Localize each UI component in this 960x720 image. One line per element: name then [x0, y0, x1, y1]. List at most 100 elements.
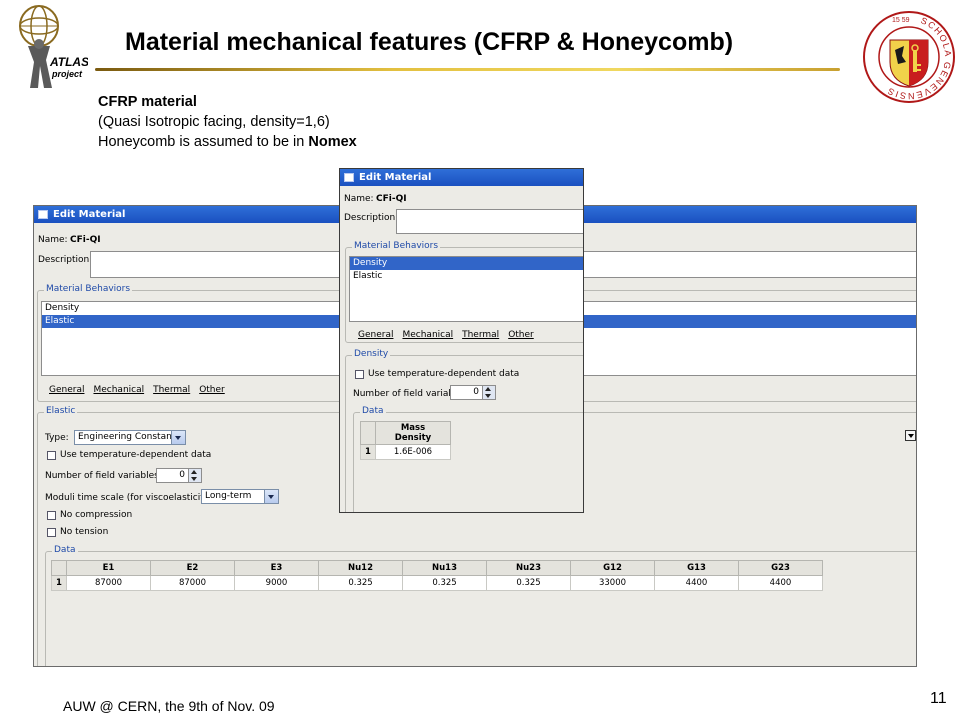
menu-other[interactable]: Other: [199, 385, 225, 395]
behavior-item-density[interactable]: Density: [350, 257, 583, 270]
behaviors-list[interactable]: Density Elastic: [349, 256, 583, 322]
elastic-data-table[interactable]: E1 E2 E3 Nu12 Nu13 Nu23 G12 G13 G23 1 87: [51, 560, 823, 591]
university-seal-logo: SCHOLA GENEVENSIS 15 59: [862, 10, 956, 104]
slide-title: Material mechanical features (CFRP & Hon…: [125, 28, 734, 56]
footer-text: AUW @ CERN, the 9th of Nov. 09: [63, 698, 275, 714]
chevron-down-icon[interactable]: [171, 431, 185, 444]
cell-e1[interactable]: 87000: [66, 575, 151, 591]
no-tension-checkbox[interactable]: [47, 528, 56, 537]
window-title: Edit Material: [53, 209, 126, 220]
material-name-nomex: Nomex: [308, 134, 357, 150]
elastic-data-group: Data E1 E2 E3 Nu12 Nu13 Nu23 G12 G13 G23: [45, 545, 916, 666]
intro-line-facing: (Quasi Isotropic facing, density=1,6): [98, 114, 330, 130]
field-variables-spinner[interactable]: 0: [450, 385, 496, 400]
col-header-nu13[interactable]: Nu13: [402, 560, 487, 576]
temp-dependent-label: Use temperature-dependent data: [60, 450, 212, 460]
description-label: Description:: [344, 213, 399, 223]
col-header-nu12[interactable]: Nu12: [318, 560, 403, 576]
cell-nu12[interactable]: 0.325: [318, 575, 403, 591]
title-underline: [95, 68, 840, 71]
window-title: Edit Material: [359, 172, 432, 183]
material-behaviors-group: Material Behaviors Density Elastic Gener…: [345, 241, 583, 343]
cell-e2[interactable]: 87000: [150, 575, 235, 591]
col-header-g13[interactable]: G13: [654, 560, 739, 576]
row-index: 1: [360, 444, 376, 460]
window-icon: [38, 210, 48, 219]
cell-nu13[interactable]: 0.325: [402, 575, 487, 591]
cell-nu23[interactable]: 0.325: [486, 575, 571, 591]
edit-material-window-density: Edit Material Name: CFi-QI Description: …: [339, 168, 584, 513]
col-header-e2[interactable]: E2: [150, 560, 235, 576]
chevron-down-icon[interactable]: [264, 490, 278, 503]
seal-year: 15 59: [892, 17, 910, 24]
no-compression-checkbox[interactable]: [47, 511, 56, 520]
elastic-data-title: Data: [52, 545, 78, 555]
field-variables-label: Number of field variables:: [45, 471, 162, 481]
menu-thermal[interactable]: Thermal: [462, 330, 499, 340]
cell-g12[interactable]: 33000: [570, 575, 655, 591]
table-header-row: E1 E2 E3 Nu12 Nu13 Nu23 G12 G13 G23: [51, 560, 823, 576]
density-data-group: Data Mass Density 1 1.6E-006: [353, 406, 583, 512]
type-select[interactable]: Engineering Constants: [74, 430, 186, 445]
density-data-table[interactable]: Mass Density 1 1.6E-006: [360, 421, 451, 460]
intro-line-honeycomb: Honeycomb is assumed to be in Nomex: [98, 134, 357, 150]
no-tension-label: No tension: [60, 527, 109, 537]
atlas-logo: ATLAS project: [6, 2, 89, 90]
name-label: Name:: [38, 235, 68, 245]
page-number: 11: [930, 690, 947, 707]
window-titlebar[interactable]: Edit Material: [340, 169, 583, 186]
table-row: 1 1.6E-006: [360, 444, 451, 460]
temp-dependent-checkbox[interactable]: [47, 451, 56, 460]
description-input[interactable]: [396, 209, 583, 234]
name-label: Name:: [344, 194, 374, 204]
name-value: CFi-QI: [376, 194, 407, 204]
row-header-corner: [51, 560, 67, 576]
temp-dependent-checkbox[interactable]: [355, 370, 364, 379]
menu-mechanical[interactable]: Mechanical: [402, 330, 453, 340]
col-header-g23[interactable]: G23: [738, 560, 823, 576]
cell-g23[interactable]: 4400: [738, 575, 823, 591]
intro-text: CFRP material (Quasi Isotropic facing, d…: [98, 92, 357, 152]
spinner-arrows-icon[interactable]: [482, 386, 495, 399]
col-header-nu23[interactable]: Nu23: [486, 560, 571, 576]
table-row: 1 87000 87000 9000 0.325 0.325 0.325 330…: [51, 575, 823, 591]
elastic-section-title: Elastic: [44, 406, 78, 416]
menu-general[interactable]: General: [358, 330, 393, 340]
material-behaviors-title: Material Behaviors: [352, 241, 441, 251]
density-data-title: Data: [360, 406, 386, 416]
menu-other[interactable]: Other: [508, 330, 534, 340]
behavior-item-elastic[interactable]: Elastic: [350, 270, 583, 283]
atlas-logo-subtext: project: [51, 69, 83, 79]
atlas-logo-text: ATLAS: [49, 55, 88, 69]
density-section-title: Density: [352, 349, 391, 359]
table-header-row: Mass Density: [360, 421, 451, 445]
cell-g13[interactable]: 4400: [654, 575, 739, 591]
menu-mechanical[interactable]: Mechanical: [93, 385, 144, 395]
spinner-arrows-icon[interactable]: [188, 469, 201, 482]
menu-thermal[interactable]: Thermal: [153, 385, 190, 395]
intro-heading: CFRP material: [98, 94, 197, 110]
menu-general[interactable]: General: [49, 385, 84, 395]
type-label: Type:: [45, 433, 69, 443]
dropdown-arrow-icon[interactable]: [905, 430, 916, 441]
cell-e3[interactable]: 9000: [234, 575, 319, 591]
name-value: CFi-QI: [70, 235, 101, 245]
cell-mass-density[interactable]: 1.6E-006: [375, 444, 451, 460]
material-behaviors-title: Material Behaviors: [44, 284, 133, 294]
behavior-menu-bar: General Mechanical Thermal Other: [49, 385, 234, 395]
row-index: 1: [51, 575, 67, 591]
description-label: Description:: [38, 255, 93, 265]
temp-dependent-label: Use temperature-dependent data: [368, 369, 520, 379]
moduli-time-scale-select[interactable]: Long-term: [201, 489, 279, 504]
window-icon: [344, 173, 354, 182]
col-header-e3[interactable]: E3: [234, 560, 319, 576]
density-section-group: Density Use temperature-dependent data N…: [345, 349, 583, 512]
col-header-e1[interactable]: E1: [66, 560, 151, 576]
col-header-mass-density[interactable]: Mass Density: [375, 421, 451, 445]
moduli-time-scale-label: Moduli time scale (for viscoelasticity):: [45, 493, 216, 503]
behavior-menu-bar: General Mechanical Thermal Other: [358, 330, 543, 340]
no-compression-label: No compression: [60, 510, 133, 520]
row-header-corner: [360, 421, 376, 445]
field-variables-spinner[interactable]: 0: [156, 468, 202, 483]
col-header-g12[interactable]: G12: [570, 560, 655, 576]
